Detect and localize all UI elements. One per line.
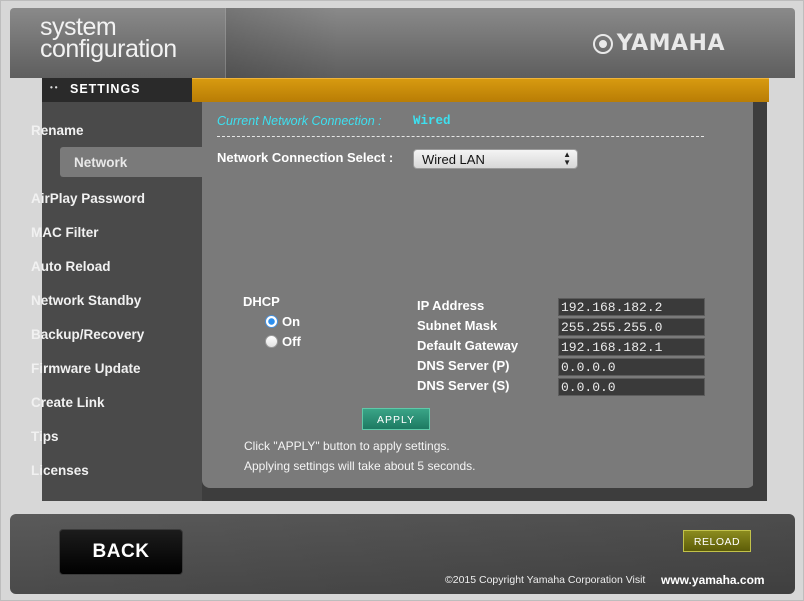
sidebar-item-airplay-password[interactable]: AirPlay Password [31, 191, 145, 206]
back-button[interactable]: BACK [59, 529, 183, 575]
divider [217, 136, 704, 137]
brand-name: YAMAHA [616, 31, 725, 56]
sidebar-item-firmware-update[interactable]: Firmware Update [31, 361, 141, 376]
help-text-line1: Click "APPLY" button to apply settings. [244, 439, 450, 453]
dns-primary-field[interactable]: 0.0.0.0 [558, 358, 705, 376]
dns-secondary-label: DNS Server (S) [417, 378, 510, 393]
apply-button[interactable]: APPLY [362, 408, 430, 430]
accent-bar [192, 78, 769, 102]
sidebar-item-rename[interactable]: Rename [31, 123, 84, 138]
app-title: system configuration [40, 15, 177, 63]
dhcp-off-label: Off [282, 334, 301, 349]
subnet-mask-field[interactable]: 255.255.255.0 [558, 318, 705, 336]
brand-logo: YAMAHA [592, 31, 725, 56]
dhcp-off-radio[interactable]: Off [265, 334, 301, 349]
radio-checked-icon [265, 315, 278, 328]
dhcp-label: DHCP [243, 294, 280, 309]
default-gateway-label: Default Gateway [417, 338, 519, 353]
connection-select-value: Wired LAN [422, 152, 485, 167]
sidebar-item-network-standby[interactable]: Network Standby [31, 293, 141, 308]
dns-primary-label: DNS Server (P) [417, 358, 510, 373]
settings-header: •• SETTINGS [42, 78, 192, 102]
yamaha-site-link[interactable]: www.yamaha.com [661, 573, 765, 587]
panel-edge [753, 102, 767, 501]
dhcp-on-radio[interactable]: On [265, 314, 300, 329]
ip-address-label: IP Address [417, 298, 485, 313]
ip-address-field[interactable]: 192.168.182.2 [558, 298, 705, 316]
yamaha-logo-icon [592, 33, 613, 54]
dhcp-on-label: On [282, 314, 301, 329]
copyright-text: ©2015 Copyright Yamaha Corporation Visit [445, 574, 646, 586]
help-text-line2: Applying settings will take about 5 seco… [244, 459, 476, 473]
sidebar-item-auto-reload[interactable]: Auto Reload [31, 259, 111, 274]
current-connection-value: Wired [413, 114, 451, 128]
sidebar-item-licenses[interactable]: Licenses [31, 463, 89, 478]
subnet-mask-label: Subnet Mask [417, 318, 498, 333]
radio-unchecked-icon [265, 335, 278, 348]
sidebar-item-backup-recovery[interactable]: Backup/Recovery [31, 327, 144, 342]
sidebar-item-mac-filter[interactable]: MAC Filter [31, 225, 99, 240]
sidebar-item-create-link[interactable]: Create Link [31, 395, 105, 410]
header: system configuration YAMAHA [10, 8, 795, 78]
updown-arrows-icon: ▲ ▼ [563, 150, 571, 167]
sidebar-item-label: Network [74, 155, 128, 170]
connection-select-label: Network Connection Select : [217, 150, 394, 165]
reload-button[interactable]: RELOAD [683, 530, 751, 552]
connection-select[interactable]: Wired LAN ▲ ▼ [413, 149, 578, 169]
current-connection-label: Current Network Connection : [217, 114, 382, 128]
settings-dots-icon: •• [50, 83, 60, 92]
sidebar-item-tips[interactable]: Tips [31, 429, 59, 444]
app-title-line2: configuration [40, 35, 177, 63]
dns-secondary-field[interactable]: 0.0.0.0 [558, 378, 705, 396]
sidebar-item-network[interactable]: Network [60, 147, 203, 177]
settings-label: SETTINGS [70, 82, 141, 96]
default-gateway-field[interactable]: 192.168.182.1 [558, 338, 705, 356]
header-divider [225, 8, 226, 78]
